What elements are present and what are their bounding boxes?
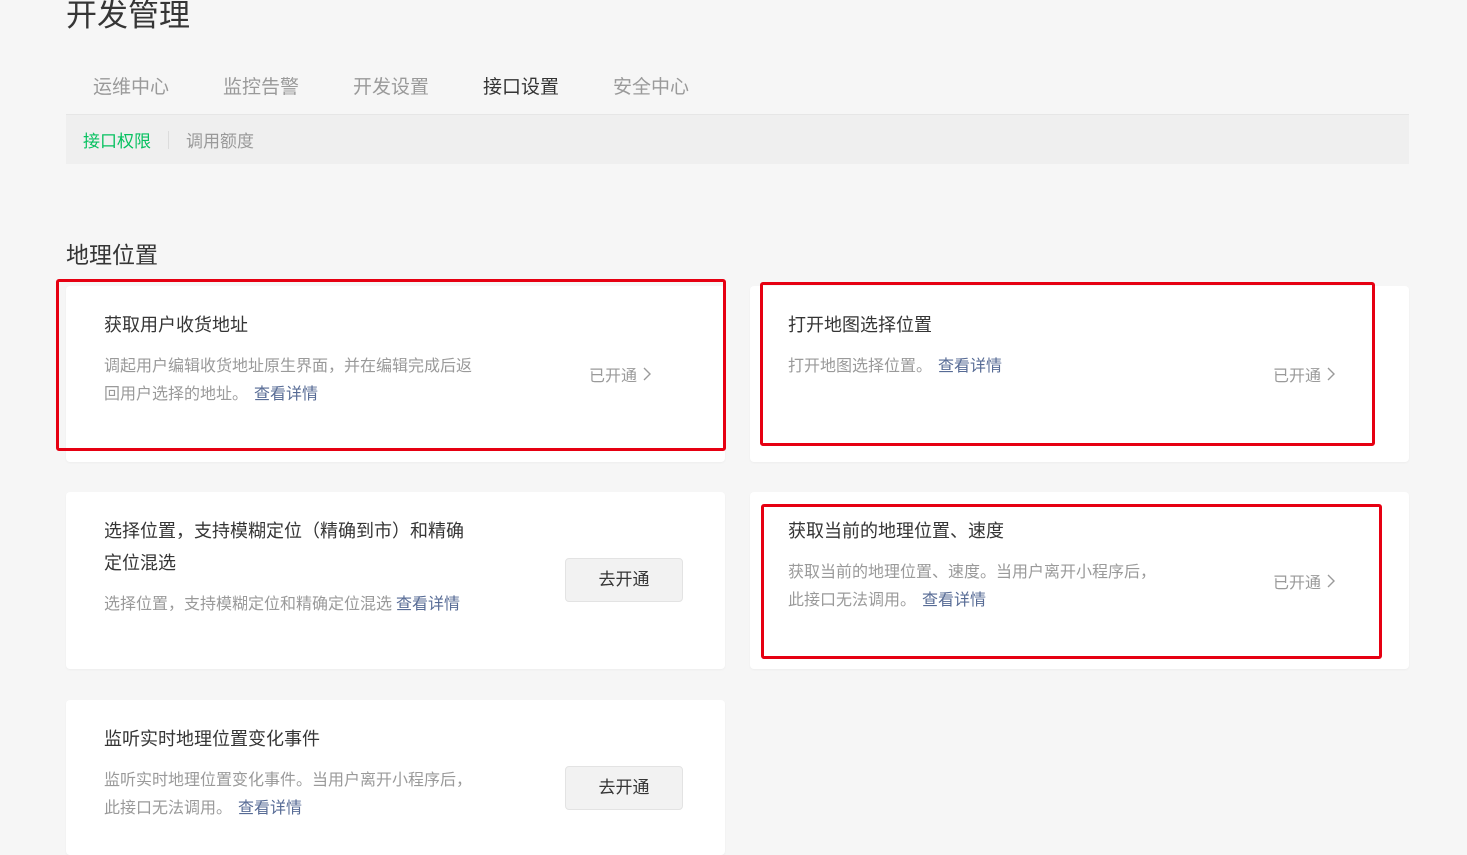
view-details-link[interactable]: 查看详情	[396, 594, 460, 613]
card-title: 获取当前的地理位置、速度	[788, 521, 1004, 542]
card-title-line: 定位混选	[104, 553, 176, 574]
page-title: 开发管理	[66, 0, 190, 34]
main-tabs: 运维中心 监控告警 开发设置 接口设置 安全中心	[66, 62, 716, 116]
view-details-link[interactable]: 查看详情	[238, 798, 302, 817]
card-description-line: 监听实时地理位置变化事件。当用户离开小程序后，	[104, 770, 473, 789]
card-description: 选择位置，支持模糊定位和精确定位混选 查看详情	[104, 590, 460, 618]
status-enabled[interactable]: 已开通	[1273, 362, 1336, 386]
status-label: 已开通	[1273, 573, 1322, 592]
card-description: 获取当前的地理位置、速度。当用户离开小程序后， 此接口无法调用。 查看详情	[788, 558, 1228, 614]
view-details-link[interactable]: 查看详情	[938, 356, 1002, 375]
card-description: 监听实时地理位置变化事件。当用户离开小程序后， 此接口无法调用。 查看详情	[104, 766, 544, 822]
card-description-line: 选择位置，支持模糊定位和精确定位混选	[104, 594, 393, 613]
tab-security-center[interactable]: 安全中心	[586, 62, 716, 112]
subnav-call-quota[interactable]: 调用额度	[169, 127, 271, 152]
card-choose-location-map: 打开地图选择位置 打开地图选择位置。 查看详情 已开通	[750, 286, 1409, 462]
card-title: 选择位置，支持模糊定位（精确到市）和精确 定位混选	[104, 516, 534, 580]
sub-navigation: 接口权限 调用额度	[66, 115, 1409, 164]
chevron-right-icon	[1327, 367, 1336, 381]
section-title: 地理位置	[66, 243, 158, 269]
tab-api-settings[interactable]: 接口设置	[456, 62, 586, 116]
card-get-shipping-address: 获取用户收货地址 调起用户编辑收货地址原生界面，并在编辑完成后返 回用户选择的地…	[66, 286, 725, 462]
card-description: 打开地图选择位置。 查看详情	[788, 352, 1002, 380]
status-label: 已开通	[1273, 366, 1322, 385]
card-title-line: 选择位置，支持模糊定位（精确到市）和精确	[104, 521, 464, 542]
card-description: 调起用户编辑收货地址原生界面，并在编辑完成后返 回用户选择的地址。 查看详情	[104, 352, 544, 408]
view-details-link[interactable]: 查看详情	[922, 590, 986, 609]
card-description-line: 获取当前的地理位置、速度。当用户离开小程序后，	[788, 562, 1157, 581]
card-description-line: 此接口无法调用。	[788, 590, 917, 609]
tab-ops-center[interactable]: 运维中心	[66, 62, 196, 112]
status-label: 已开通	[589, 366, 638, 385]
card-title: 监听实时地理位置变化事件	[104, 729, 320, 750]
card-title: 获取用户收货地址	[104, 315, 248, 336]
chevron-right-icon	[643, 367, 652, 381]
card-get-location-speed: 获取当前的地理位置、速度 获取当前的地理位置、速度。当用户离开小程序后， 此接口…	[750, 492, 1409, 669]
card-description-line: 回用户选择的地址。	[104, 384, 249, 403]
card-title: 打开地图选择位置	[788, 315, 932, 336]
activate-button[interactable]: 去开通	[565, 766, 683, 810]
status-enabled[interactable]: 已开通	[1273, 569, 1336, 593]
activate-button[interactable]: 去开通	[565, 558, 683, 602]
view-details-link[interactable]: 查看详情	[254, 384, 318, 403]
tab-dev-settings[interactable]: 开发设置	[326, 62, 456, 112]
chevron-right-icon	[1327, 574, 1336, 588]
subnav-api-permissions[interactable]: 接口权限	[66, 127, 168, 152]
card-choose-location-fuzzy: 选择位置，支持模糊定位（精确到市）和精确 定位混选 选择位置，支持模糊定位和精确…	[66, 492, 725, 669]
card-description-line: 此接口无法调用。	[104, 798, 233, 817]
card-description-line: 调起用户编辑收货地址原生界面，并在编辑完成后返	[104, 356, 473, 375]
tab-monitoring-alerts[interactable]: 监控告警	[196, 62, 326, 112]
card-description-line: 打开地图选择位置。	[788, 356, 933, 375]
status-enabled[interactable]: 已开通	[589, 362, 652, 386]
card-location-change-listener: 监听实时地理位置变化事件 监听实时地理位置变化事件。当用户离开小程序后， 此接口…	[66, 700, 725, 855]
